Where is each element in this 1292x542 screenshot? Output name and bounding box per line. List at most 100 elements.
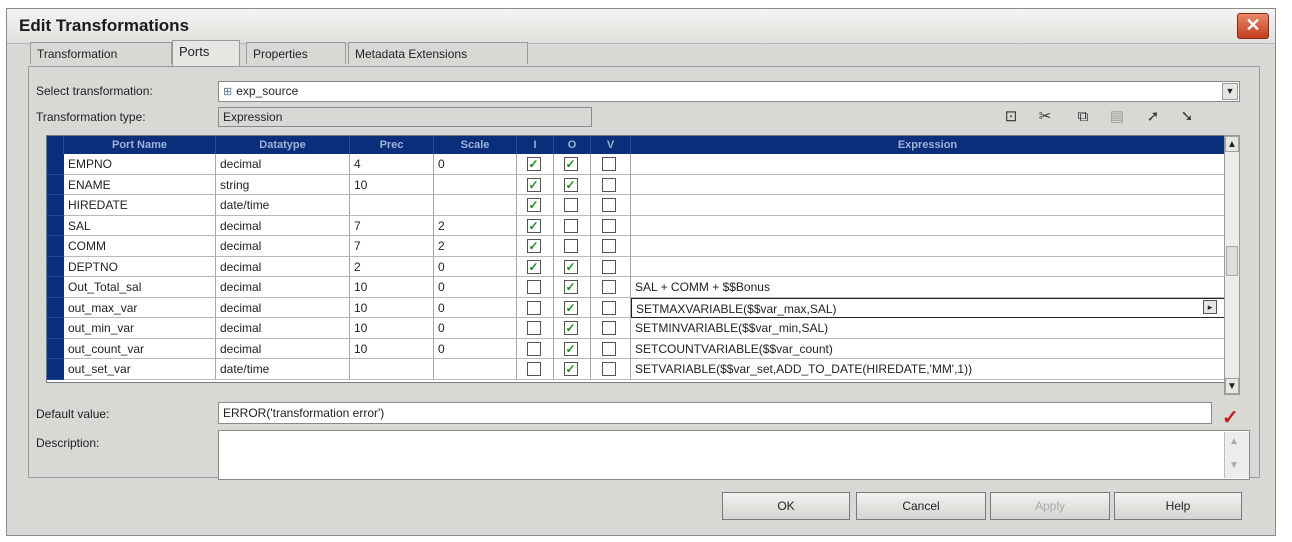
output-checkbox[interactable]: ✓	[563, 341, 578, 356]
row-selector[interactable]	[47, 359, 64, 380]
datatype-cell[interactable]: decimal	[216, 277, 350, 298]
row-selector[interactable]	[47, 256, 64, 277]
column-expression[interactable]: Expression	[631, 136, 1225, 154]
variable-checkbox[interactable]	[602, 218, 616, 233]
cancel-button[interactable]: Cancel	[856, 492, 986, 520]
scale-cell[interactable]: 2	[434, 236, 517, 257]
variable-checkbox[interactable]	[602, 280, 616, 294]
tab-metadata-extensions[interactable]: Metadata Extensions	[348, 42, 528, 64]
new-port-icon[interactable]: ⊡	[1000, 108, 1022, 126]
output-checkbox[interactable]: ✓	[563, 362, 578, 376]
variable-checkbox[interactable]	[602, 177, 616, 192]
row-selector[interactable]	[47, 154, 64, 175]
scroll-up-icon[interactable]: ▲	[1225, 136, 1239, 152]
apply-button[interactable]: Apply	[990, 492, 1110, 520]
input-checkbox[interactable]: ✓	[526, 198, 541, 212]
scroll-up-icon[interactable]: ▲	[1229, 436, 1239, 447]
table-row[interactable]: DEPTNO decimal 2 0 ✓ ✓	[47, 256, 1227, 277]
precision-cell[interactable]: 10	[350, 277, 434, 298]
table-row[interactable]: EMPNO decimal 4 0 ✓ ✓	[47, 154, 1227, 175]
precision-cell[interactable]: 10	[350, 318, 434, 339]
row-selector[interactable]	[47, 215, 64, 236]
move-down-icon[interactable]: ➘	[1176, 108, 1198, 126]
tab-transformation[interactable]: Transformation	[30, 42, 172, 64]
scale-cell[interactable]	[434, 174, 517, 195]
output-checkbox[interactable]: ✓	[563, 259, 578, 274]
row-selector[interactable]	[47, 318, 64, 339]
input-checkbox[interactable]: ✓	[526, 259, 541, 274]
row-selector[interactable]	[47, 195, 64, 216]
datatype-cell[interactable]: decimal	[216, 338, 350, 359]
precision-cell[interactable]: 10	[350, 338, 434, 359]
output-checkbox[interactable]	[563, 218, 578, 233]
move-up-icon[interactable]: ➚	[1142, 108, 1164, 126]
scale-cell[interactable]: 0	[434, 297, 517, 318]
column-output[interactable]: O	[554, 136, 591, 154]
table-row[interactable]: out_count_var decimal 10 0 ✓ SETCOUNTVARIABLE…	[47, 338, 1227, 359]
port-name-cell[interactable]: out_set_var	[64, 359, 216, 380]
expression-cell[interactable]	[631, 154, 1225, 175]
input-checkbox[interactable]	[526, 300, 541, 315]
datatype-cell[interactable]: decimal	[216, 215, 350, 236]
datatype-cell[interactable]: string	[216, 174, 350, 195]
tab-ports[interactable]: Ports	[172, 40, 240, 66]
variable-checkbox[interactable]	[602, 157, 616, 171]
datatype-cell[interactable]: date/time	[216, 195, 350, 216]
paste-icon[interactable]: ▤	[1106, 108, 1128, 126]
port-name-cell[interactable]: DEPTNO	[64, 256, 216, 277]
select-transformation-dropdown[interactable]: ⊞ exp_source ▼	[218, 81, 1240, 102]
row-selector[interactable]	[47, 297, 64, 318]
chevron-down-icon[interactable]: ▼	[1222, 83, 1238, 100]
scroll-down-icon[interactable]: ▼	[1225, 378, 1239, 394]
close-icon[interactable]: ✕	[1237, 13, 1269, 39]
scroll-down-icon[interactable]: ▼	[1229, 460, 1239, 471]
expression-editor-button[interactable]: ▸	[1203, 299, 1217, 314]
table-row[interactable]: ENAME string 10 ✓ ✓	[47, 174, 1227, 195]
default-value-field[interactable]: ERROR('transformation error')	[218, 402, 1212, 424]
input-checkbox[interactable]: ✓	[526, 157, 541, 171]
input-checkbox[interactable]	[526, 362, 541, 376]
expression-cell[interactable]: SETMAXVARIABLE($$var_max,SAL)	[631, 297, 1225, 318]
precision-cell[interactable]	[350, 195, 434, 216]
table-row[interactable]: out_set_var date/time ✓ SETVARIABLE($$var_s…	[47, 359, 1227, 380]
row-selector[interactable]	[47, 277, 64, 298]
variable-checkbox[interactable]	[602, 198, 616, 212]
variable-checkbox[interactable]	[602, 362, 616, 376]
port-name-cell[interactable]: out_max_var	[64, 297, 216, 318]
input-checkbox[interactable]: ✓	[526, 218, 541, 233]
expression-cell[interactable]: SETMINVARIABLE($$var_min,SAL)	[631, 318, 1225, 339]
expression-cell[interactable]	[631, 236, 1225, 257]
table-row[interactable]: COMM decimal 7 2 ✓	[47, 236, 1227, 257]
copy-icon[interactable]: ⧉	[1072, 108, 1094, 126]
scale-cell[interactable]	[434, 359, 517, 380]
variable-checkbox[interactable]	[602, 300, 616, 315]
precision-cell[interactable]: 7	[350, 215, 434, 236]
port-name-cell[interactable]: COMM	[64, 236, 216, 257]
variable-checkbox[interactable]	[602, 259, 616, 274]
table-row[interactable]: Out_Total_sal decimal 10 0 ✓ SAL + COMM + $$B…	[47, 277, 1227, 298]
tab-properties[interactable]: Properties	[246, 42, 346, 64]
scale-cell[interactable]: 0	[434, 277, 517, 298]
variable-checkbox[interactable]	[602, 239, 616, 253]
datatype-cell[interactable]: decimal	[216, 236, 350, 257]
input-checkbox[interactable]: ✓	[526, 239, 541, 253]
variable-checkbox[interactable]	[602, 321, 616, 335]
output-checkbox[interactable]	[563, 239, 578, 253]
precision-cell[interactable]	[350, 359, 434, 380]
datatype-cell[interactable]: decimal	[216, 256, 350, 277]
expression-cell[interactable]	[631, 174, 1225, 195]
cut-icon[interactable]: ✂	[1034, 108, 1056, 126]
precision-cell[interactable]: 10	[350, 174, 434, 195]
description-textarea[interactable]	[218, 430, 1250, 480]
table-row[interactable]: HIREDATE date/time ✓	[47, 195, 1227, 216]
scale-cell[interactable]: 0	[434, 318, 517, 339]
validate-checkmark-icon[interactable]: ✓	[1222, 405, 1239, 430]
scale-cell[interactable]: 0	[434, 338, 517, 359]
output-checkbox[interactable]	[563, 198, 578, 212]
port-name-cell[interactable]: HIREDATE	[64, 195, 216, 216]
precision-cell[interactable]: 4	[350, 154, 434, 175]
datatype-cell[interactable]: date/time	[216, 359, 350, 380]
scale-cell[interactable]: 2	[434, 215, 517, 236]
port-name-cell[interactable]: EMPNO	[64, 154, 216, 175]
datatype-cell[interactable]: decimal	[216, 297, 350, 318]
